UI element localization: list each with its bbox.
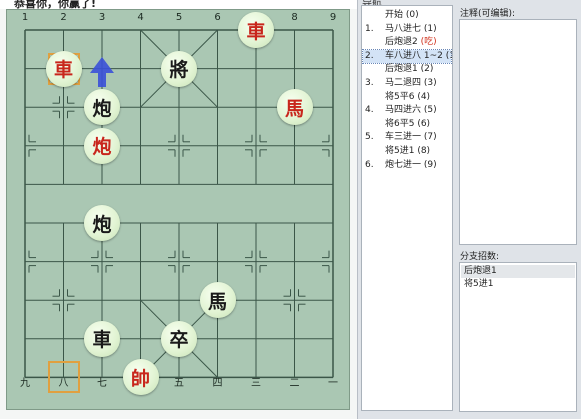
navigation-panel: 导航 开始 (0)1.马八进七 (1)后炮退2 (吃)2.车八进八 1~2 (1… (357, 0, 457, 419)
move-number: 4. (365, 105, 374, 116)
move-notation: 将5平6 (4) (385, 91, 431, 102)
move-list-item[interactable]: 将5进1 (8) (363, 145, 451, 158)
status-bar: 恭喜你，你赢了! (0, 0, 357, 9)
bottom-file-label: 五 (174, 378, 184, 389)
move-from-marker (47, 361, 80, 394)
top-file-label: 5 (175, 12, 183, 23)
board-panel: 恭喜你，你赢了! 123456789九八七六五四三二一 車車將炮馬炮炮馬車卒帥 (0, 0, 357, 419)
game-status-text: 恭喜你，你赢了! (14, 0, 97, 9)
red-piece[interactable]: 車 (238, 12, 274, 48)
top-file-label: 3 (98, 12, 106, 23)
bottom-file-label: 九 (20, 378, 30, 389)
move-text: 马四进六 (5) (385, 104, 437, 117)
move-number: 2. (365, 50, 374, 61)
move-list-item[interactable]: 后炮退2 (吃) (363, 36, 451, 49)
bottom-file-label: 三 (251, 378, 261, 389)
move-number: 6. (365, 159, 374, 170)
top-file-label: 8 (291, 12, 298, 23)
bottom-file-label: 二 (289, 378, 300, 389)
black-piece[interactable]: 馬 (199, 282, 236, 319)
move-list-item[interactable]: 将6平5 (6) (363, 118, 451, 131)
move-text: 将5平6 (4) (385, 91, 430, 104)
move-text: 将6平5 (6) (385, 118, 430, 131)
branch-item[interactable]: 后炮退1 (461, 265, 575, 278)
comment-label: 注释(可编辑): (460, 9, 516, 19)
red-piece[interactable]: 車 (45, 50, 82, 87)
move-list-item[interactable]: 开始 (0) (363, 9, 451, 22)
move-list-item[interactable]: 4. 马四进六 (5) (363, 104, 451, 117)
move-text: 开始 (0) (385, 9, 419, 22)
move-text: 将5进1 (8) (385, 145, 430, 158)
move-notation: 马二退四 (3) (385, 78, 437, 88)
branch-item[interactable]: 将5进1 (461, 278, 575, 291)
black-piece[interactable]: 將 (161, 50, 197, 87)
branch-list[interactable]: 后炮退1 将5进1 (459, 262, 577, 412)
annotation-panel: 注释(可编辑): 分支招数: 后炮退1 将5进1 (456, 0, 581, 419)
move-text: 后炮退1 (2) (385, 63, 433, 76)
move-notation: 车三进一 (7) (385, 132, 437, 143)
top-file-label: 6 (214, 12, 221, 23)
move-text: 炮七进一 (9) (385, 159, 437, 172)
top-file-label: 2 (60, 12, 67, 23)
move-list-item[interactable]: 2. 车八进八 1~2 (1) (362, 48, 453, 64)
move-list-item[interactable]: 后炮退1 (2) (363, 63, 451, 76)
move-notation: 开始 (0) (385, 10, 419, 20)
move-list-item[interactable]: 3. 马二退四 (3) (363, 77, 451, 90)
black-piece[interactable]: 炮 (84, 205, 120, 241)
top-file-label: 4 (137, 12, 144, 23)
comment-textarea[interactable] (459, 19, 577, 245)
move-notation: 马八进七 (1) (385, 23, 437, 34)
red-piece[interactable]: 帥 (122, 359, 159, 396)
move-number: 3. (365, 78, 374, 88)
red-piece[interactable]: 炮 (84, 127, 120, 164)
bottom-file-label: 四 (212, 378, 223, 389)
move-notation: 将6平5 (6) (385, 118, 431, 129)
bottom-file-label: 七 (97, 378, 107, 389)
move-number: 5. (365, 132, 374, 143)
move-list-item[interactable]: 1. 马八进七 (1) (363, 23, 451, 36)
move-notation: 后炮退1 (2) (385, 64, 434, 75)
move-list-item[interactable]: 6. 炮七进一 (9) (363, 159, 451, 172)
move-text: 车三进一 (7) (385, 131, 437, 144)
move-list-item[interactable]: 将5平6 (4) (363, 91, 451, 104)
move-list[interactable]: 开始 (0) 1. 马八进七 (1) 后炮退2 (吃) 2. 车八进八 1~2 (1) 后炮… (361, 5, 453, 411)
move-notation: 将5进1 (8) (385, 146, 431, 156)
move-text: 车八进八 1~2 (1) (385, 50, 453, 63)
move-text: 后炮退2 (吃) (385, 36, 437, 49)
move-list-item[interactable]: 5. 车三进一 (7) (363, 131, 451, 144)
move-text: 马二退四 (3) (385, 77, 437, 90)
xiangqi-board[interactable]: 123456789九八七六五四三二一 車車將炮馬炮炮馬車卒帥 (6, 9, 350, 410)
red-piece[interactable]: 馬 (276, 89, 313, 126)
branch-label: 分支招数: (460, 252, 500, 262)
move-notation: 马四进六 (5) (385, 105, 437, 116)
move-text: 马八进七 (1) (385, 23, 437, 36)
black-piece[interactable]: 車 (84, 320, 120, 357)
move-number: 1. (365, 23, 374, 34)
move-notation: 后炮退2 (385, 37, 421, 48)
black-piece[interactable]: 炮 (84, 89, 120, 126)
top-file-label: 9 (329, 12, 337, 23)
top-file-label: 1 (21, 12, 29, 23)
move-notation: 车八进八 1~2 (1) (385, 50, 453, 61)
black-piece[interactable]: 卒 (161, 320, 197, 357)
bottom-file-label: 一 (328, 378, 338, 389)
move-notation: 炮七进一 (9) (385, 159, 437, 170)
capture-note: (吃) (420, 37, 437, 48)
